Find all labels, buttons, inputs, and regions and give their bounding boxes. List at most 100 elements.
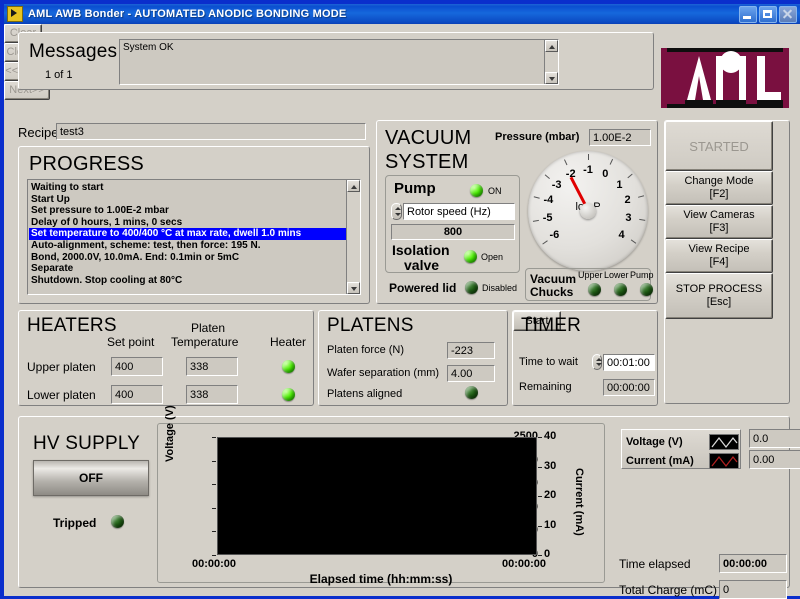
heater-setpoint-value[interactable]: 400 — [111, 385, 163, 404]
chart-legend[interactable]: Voltage (V) Current (mA) — [621, 429, 741, 469]
pressure-gauge: -6-5-4-3-2-101234 log P — [528, 151, 648, 271]
heaters-title: HEATERS — [27, 315, 117, 336]
vacuum-chuck-led — [640, 283, 653, 296]
vacuum-chucks-label-line1: Vacuum — [530, 272, 577, 286]
heater-temperature-value: 338 — [186, 385, 238, 404]
progress-title: PROGRESS — [29, 153, 144, 175]
heater-row-label: Lower platen — [27, 388, 96, 402]
pump-label: Pump — [394, 180, 436, 197]
gauge-tick — [564, 159, 568, 166]
progress-panel: PROGRESS Waiting to start Start Up Set pre… — [18, 146, 370, 304]
pump-group: Pump ON Rotor speed (Hz) 800 Isolation v… — [385, 175, 520, 273]
messages-count: 1 of 1 — [45, 69, 73, 81]
chart-ytick-mark-right — [538, 466, 542, 468]
time-to-wait-stepper[interactable] — [592, 354, 602, 370]
total-charge-label: Total Charge (mC) — [619, 583, 718, 597]
progress-line[interactable]: Set temperature to 400/400 °C at max rat… — [29, 228, 359, 240]
chart-ytick-mark-right — [538, 496, 542, 497]
legend-waveform-icon[interactable] — [709, 433, 739, 450]
time-to-wait-value[interactable]: 00:01:00 — [603, 354, 655, 371]
powered-lid-led — [465, 281, 478, 294]
chart-xlabel: Elapsed time (hh:mm:ss) — [309, 572, 453, 586]
legend-row[interactable]: Current (mA) — [626, 451, 739, 470]
vacuum-chuck-caption: Pump — [630, 270, 654, 280]
pressure-value: 1.00E-2 — [589, 129, 651, 146]
gauge-tick — [533, 196, 540, 199]
hv-chart: Voltage (V) Current (mA) 050010001500200… — [157, 405, 605, 586]
heater-setpoint-value[interactable]: 400 — [111, 357, 163, 376]
messages-scrollbar[interactable] — [544, 40, 558, 84]
gauge-tick-label: 2 — [624, 194, 631, 207]
change-mode-key: [F2] — [709, 188, 729, 200]
gauge-tick — [638, 195, 645, 198]
chart-ytick-mark-right — [538, 437, 542, 438]
chart-ytick-mark — [212, 460, 216, 462]
gauge-tick-label: -5 — [542, 212, 553, 225]
gauge-tick — [630, 239, 637, 244]
minimize-button[interactable] — [739, 6, 757, 23]
isolation-valve-state: Open — [481, 252, 504, 262]
hv-supply-title: HV SUPPLY — [33, 433, 141, 454]
progress-line[interactable]: Set pressure to 1.00E-2 mbar — [29, 205, 359, 217]
change-mode-button[interactable]: Change Mode [F2] — [665, 171, 773, 205]
legend-waveform-icon[interactable] — [709, 452, 739, 469]
progress-line[interactable]: Start Up — [29, 194, 359, 206]
gauge-tick — [588, 154, 589, 160]
status-button[interactable]: STARTED — [665, 121, 773, 171]
gauge-tick-label: 0 — [602, 167, 609, 180]
pump-led — [470, 184, 483, 197]
gauge-tick — [542, 240, 548, 245]
heaters-setpoint-header: Set point — [107, 335, 155, 349]
view-cameras-key: [F3] — [709, 222, 729, 234]
scroll-up-icon[interactable] — [347, 180, 360, 192]
gauge-tick — [544, 174, 550, 179]
view-recipe-label: View Recipe — [688, 243, 750, 255]
window-controls — [739, 6, 797, 23]
maximize-button[interactable] — [759, 6, 777, 23]
messages-text[interactable]: System OK — [119, 39, 559, 85]
progress-line[interactable]: Auto-alignment, scheme: test, then force… — [29, 240, 359, 252]
rotor-speed-stepper[interactable] — [391, 203, 402, 220]
scroll-up-icon[interactable] — [545, 40, 558, 52]
stop-process-button[interactable]: STOP PROCESS [Esc] — [665, 273, 773, 319]
progress-list[interactable]: Waiting to start Start Up Set pressure to … — [27, 179, 361, 295]
progress-line[interactable]: Shutdown. Stop cooling at 80°C — [29, 275, 359, 287]
rotor-speed-select[interactable]: Rotor speed (Hz) — [403, 203, 515, 220]
progress-line[interactable]: Separate — [29, 263, 359, 275]
chart-ytick-mark — [212, 555, 216, 556]
vacuum-chuck-caption: Lower — [604, 270, 629, 280]
messages-text-value: System OK — [123, 42, 174, 53]
progress-line[interactable]: Bond, 2000.0V, 10.0mA. End: 0.1min or 5m… — [29, 252, 359, 264]
gauge-tick-label: 1 — [616, 178, 623, 191]
recipe-value[interactable]: test3 — [56, 123, 366, 140]
view-cameras-label: View Cameras — [683, 209, 755, 221]
hv-power-switch[interactable]: OFF — [33, 460, 149, 496]
chart-ytick-label-right: 30 — [544, 459, 557, 472]
heaters-platen-header: Platen — [191, 321, 226, 335]
chart-ytick-mark — [212, 484, 216, 486]
chart-ylabel-right: Current (mA) — [573, 468, 585, 536]
scroll-down-icon[interactable] — [347, 282, 360, 294]
view-recipe-button[interactable]: View Recipe [F4] — [665, 239, 773, 273]
aml-logo — [661, 48, 789, 108]
heaters-heater-header: Heater — [270, 335, 307, 349]
timer-panel: TIMER Start Time to wait 00:01:00 Remain… — [512, 310, 658, 406]
view-cameras-button[interactable]: View Cameras [F3] — [665, 205, 773, 239]
remaining-label: Remaining — [519, 381, 572, 393]
rotor-speed-value: 800 — [391, 224, 515, 240]
recipe-label: Recipe — [18, 125, 59, 140]
chart-ytick-mark — [212, 437, 216, 438]
close-button[interactable] — [779, 6, 797, 23]
pressure-label: Pressure (mbar) — [495, 131, 580, 143]
gauge-tick-label: -3 — [551, 178, 562, 191]
progress-line[interactable]: Waiting to start — [29, 182, 359, 194]
chart-ytick-mark — [212, 531, 216, 533]
progress-scrollbar[interactable] — [346, 180, 360, 294]
legend-row[interactable]: Voltage (V) — [626, 432, 739, 451]
scroll-down-icon[interactable] — [545, 72, 558, 84]
progress-line[interactable]: Delay of 0 hours, 1 mins, 0 secs — [29, 217, 359, 229]
chart-plot-area[interactable] — [217, 437, 537, 555]
platens-aligned-label: Platens aligned — [327, 388, 403, 400]
platens-aligned-led — [465, 386, 478, 399]
gauge-tick-label: -1 — [583, 164, 593, 176]
